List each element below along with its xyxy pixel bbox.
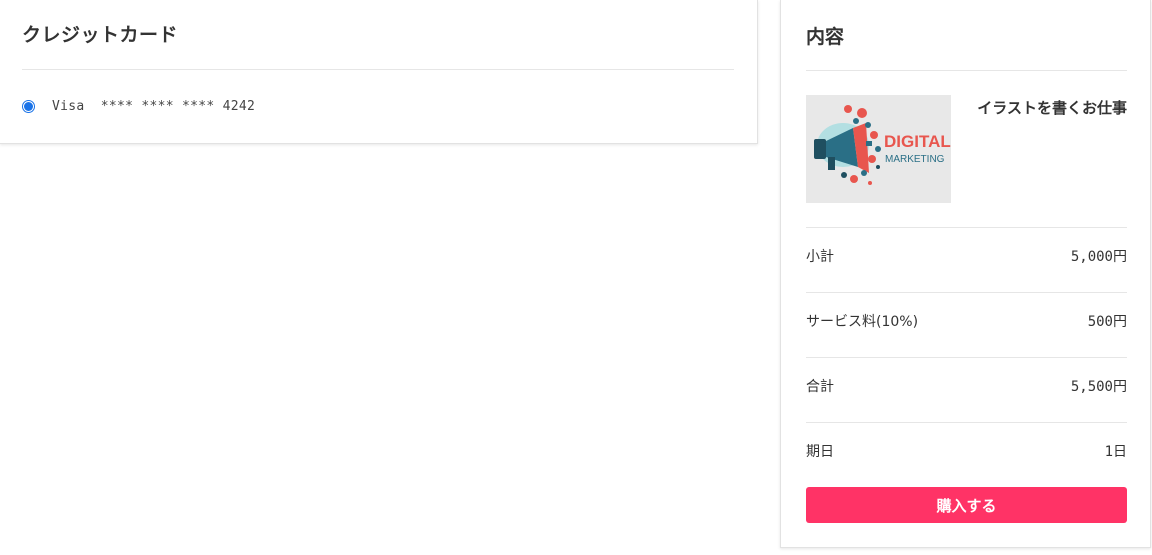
payment-method-card: クレジットカード Visa **** **** **** 4242 bbox=[0, 0, 758, 144]
card-label: Visa **** **** **** 4242 bbox=[52, 99, 255, 114]
image-text-digital: DIGITAL bbox=[884, 132, 951, 151]
divider bbox=[22, 69, 734, 70]
subtotal-label: 小計 bbox=[806, 249, 834, 265]
image-text-marketing: MARKETING bbox=[885, 154, 945, 165]
divider bbox=[806, 292, 1127, 293]
saved-card-option[interactable]: Visa **** **** **** 4242 bbox=[22, 96, 255, 116]
card-radio-button[interactable] bbox=[22, 99, 35, 113]
subtotal-row: 小計 5,000円 bbox=[806, 245, 1127, 267]
product-thumbnail: DIGITAL MARKETING bbox=[806, 95, 951, 203]
divider bbox=[806, 70, 1127, 71]
total-value: 5,500円 bbox=[1070, 379, 1127, 395]
product-name: イラストを書くお仕事 bbox=[977, 99, 1127, 117]
total-label: 合計 bbox=[806, 379, 834, 395]
payment-method-title: クレジットカード bbox=[22, 24, 179, 46]
divider bbox=[806, 422, 1127, 423]
due-date-label: 期日 bbox=[806, 444, 834, 460]
card-masked-number: **** **** **** 4242 bbox=[100, 98, 256, 114]
due-date-value: 1日 bbox=[1104, 444, 1127, 460]
divider bbox=[806, 227, 1127, 228]
subtotal-value: 5,000円 bbox=[1070, 249, 1127, 265]
total-row: 合計 5,500円 bbox=[806, 375, 1127, 397]
service-fee-row: サービス料(10%) 500円 bbox=[806, 310, 1127, 332]
card-brand: Visa bbox=[52, 98, 85, 114]
service-fee-label: サービス料(10%) bbox=[806, 314, 919, 330]
summary-title: 内容 bbox=[806, 26, 845, 48]
digital-marketing-image: DIGITAL MARKETING bbox=[806, 95, 951, 203]
service-fee-value: 500円 bbox=[1087, 314, 1127, 330]
purchase-button[interactable]: 購入する bbox=[806, 487, 1127, 523]
divider bbox=[806, 357, 1127, 358]
order-summary-card: 内容 DIGITAL MARKETING イラストを書くお仕事 小計 5,000… bbox=[780, 0, 1151, 548]
due-date-row: 期日 1日 bbox=[806, 440, 1127, 462]
